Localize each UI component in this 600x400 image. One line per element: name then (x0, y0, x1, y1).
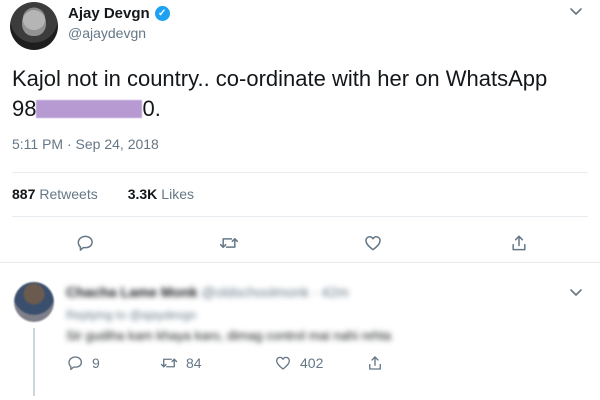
phone-suffix: 0. (142, 96, 161, 121)
share-icon (512, 235, 526, 251)
like-count: 402 (300, 355, 324, 371)
verified-badge-icon: ✓ (154, 6, 170, 21)
likes-count: 3.3K (127, 186, 158, 202)
like-icon (275, 356, 291, 370)
divider (12, 172, 588, 173)
engagement-stats: 887 Retweets 3.3K Likes (12, 186, 194, 202)
author-row: Ajay Devgn ✓ (68, 5, 170, 22)
retweet-count: 84 (186, 355, 202, 371)
reply-retweet-button[interactable]: 84 (160, 354, 274, 372)
likes-stat[interactable]: 3.3K Likes (128, 186, 194, 202)
avatar[interactable] (14, 282, 54, 322)
author-name[interactable]: Ajay Devgn (68, 5, 150, 22)
reply-meta: @oldschoolmonk · 42m (201, 284, 349, 300)
reply-icon (68, 356, 83, 371)
reply-count: 9 (92, 355, 100, 371)
redaction-bar (36, 100, 143, 118)
main-tweet: Ajay Devgn ✓ @ajaydevgn Kajol not in cou… (0, 0, 600, 264)
reply-actions: 9 84 402 (66, 354, 384, 372)
reply-author[interactable]: Chacha Lame Monk @oldschoolmonk · 42m (66, 284, 349, 300)
like-button[interactable] (360, 230, 386, 256)
like-icon (365, 236, 381, 251)
share-icon (369, 356, 381, 370)
reply-button[interactable] (72, 230, 98, 256)
tweet-text: Kajol not in country.. co-ordinate with … (12, 64, 592, 124)
retweet-icon (219, 238, 239, 248)
retweets-label: Retweets (39, 186, 98, 202)
reply-share-button[interactable] (366, 354, 384, 372)
reply-tweet[interactable]: Chacha Lame Monk @oldschoolmonk · 42m Re… (0, 268, 600, 400)
retweets-stat[interactable]: 887 Retweets (12, 186, 98, 202)
chevron-down-icon[interactable] (568, 3, 584, 19)
tweet-timestamp[interactable]: 5:11 PM · Sep 24, 2018 (12, 136, 159, 152)
tweet-text-line: Kajol not in country.. co-ordinate with … (12, 66, 548, 91)
divider (0, 262, 600, 263)
thread-line (33, 328, 35, 396)
reply-like-button[interactable]: 402 (274, 354, 366, 372)
share-button[interactable] (506, 230, 532, 256)
replying-to[interactable]: Replying to @ajaydevgn (66, 308, 196, 322)
chevron-down-icon[interactable] (568, 284, 584, 300)
phone-prefix: 98 (12, 96, 37, 121)
reply-reply-button[interactable]: 9 (66, 354, 160, 372)
author-handle[interactable]: @ajaydevgn (68, 25, 146, 41)
divider (12, 216, 588, 217)
retweet-button[interactable] (216, 230, 242, 256)
reply-icon (77, 235, 93, 251)
retweet-icon (160, 358, 178, 368)
tweet-actions (0, 230, 600, 258)
likes-label: Likes (161, 186, 194, 202)
reply-author-name: Chacha Lame Monk (66, 284, 198, 300)
reply-text: Sir gudiha kam khaya karo, dimag control… (66, 328, 392, 343)
retweets-count: 887 (12, 186, 36, 202)
avatar[interactable] (10, 2, 58, 50)
